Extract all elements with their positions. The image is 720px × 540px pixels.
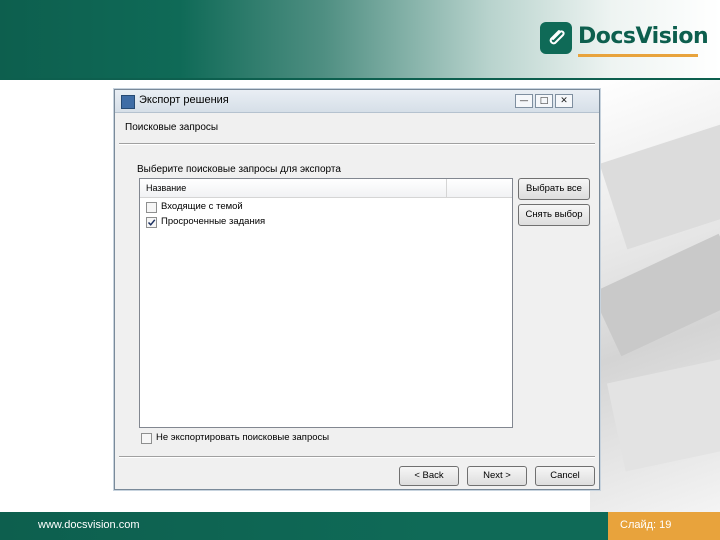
- slide-footer: www.docsvision.com Слайд: 19: [0, 512, 720, 540]
- docsvision-logo: DocsVision: [540, 20, 709, 62]
- search-queries-list[interactable]: Название Входящие с темой Просроченные з…: [139, 178, 513, 428]
- no-export-label: Не экспортировать поисковые запросы: [156, 432, 330, 443]
- close-button[interactable]: ✕: [555, 94, 573, 108]
- footer-separator: [119, 456, 595, 458]
- list-item-checkbox[interactable]: [146, 217, 157, 228]
- back-button[interactable]: < Back: [399, 466, 459, 486]
- logo-text: DocsVision: [578, 24, 709, 49]
- no-export-checkbox[interactable]: [141, 433, 152, 444]
- list-item-label: Просроченные задания: [161, 216, 266, 227]
- list-item-checkbox[interactable]: [146, 202, 157, 213]
- slide-header: DocsVision: [0, 0, 720, 78]
- column-divider[interactable]: [446, 179, 447, 197]
- select-all-button[interactable]: Выбрать все: [518, 178, 590, 200]
- no-export-option[interactable]: Не экспортировать поисковые запросы: [139, 432, 439, 446]
- paperclip-icon: [540, 22, 572, 54]
- background-decoration: [590, 80, 720, 512]
- prompt-label: Выберите поисковые запросы для экспорта: [137, 164, 341, 175]
- slide-number: Слайд: 19: [620, 519, 672, 531]
- footer-url: www.docsvision.com: [38, 519, 140, 531]
- minimize-button[interactable]: —: [515, 94, 533, 108]
- cancel-button[interactable]: Cancel: [535, 466, 595, 486]
- window-app-icon: [121, 95, 135, 109]
- maximize-button[interactable]: □: [535, 94, 553, 108]
- logo-underline: [578, 54, 698, 57]
- export-solution-dialog: Экспорт решения — □ ✕ Поисковые запросы …: [114, 89, 600, 490]
- list-item[interactable]: Входящие с темой: [144, 201, 504, 215]
- list-item[interactable]: Просроченные задания: [144, 216, 504, 230]
- checkmark-icon: [147, 219, 156, 226]
- next-button[interactable]: Next >: [467, 466, 527, 486]
- header-separator: [119, 143, 595, 145]
- list-item-label: Входящие с темой: [161, 201, 243, 212]
- window-titlebar[interactable]: Экспорт решения — □ ✕: [115, 90, 599, 113]
- column-header-name[interactable]: Название: [146, 183, 186, 193]
- clear-selection-button[interactable]: Снять выбор: [518, 204, 590, 226]
- window-title: Экспорт решения: [139, 94, 229, 106]
- list-header: Название: [140, 179, 512, 198]
- page-title: Поисковые запросы: [125, 122, 219, 133]
